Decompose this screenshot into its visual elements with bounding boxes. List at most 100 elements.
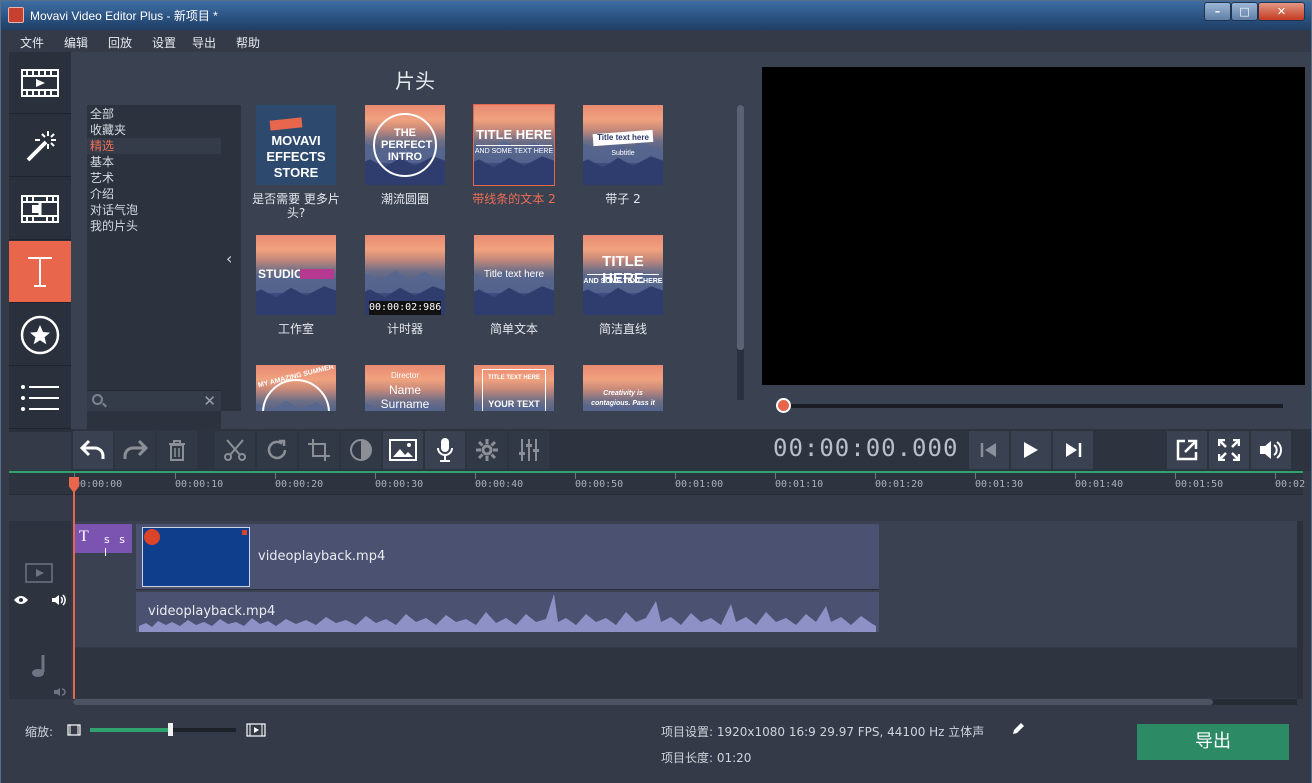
split-button[interactable] [215,431,255,469]
title-tile[interactable]: MY AMAZING SUMMER [246,365,346,411]
scrubber-knob[interactable] [776,398,791,413]
volume-button[interactable] [1251,431,1291,469]
tile-thumbnail: STUDIO [256,235,336,315]
video-track-icon [25,563,53,583]
title-tile[interactable]: STUDIO 工作室 [246,235,346,355]
titles-panel: 片头 全部 收藏夹 精选 基本 艺术 介绍 对话气泡 我的片头 ✕ ‹ MOVA… [71,52,759,460]
category-item[interactable]: 介绍 [87,186,221,202]
title-tile[interactable]: TITLE HERE AND SOME TEXT HERE 简洁直线 [573,235,673,355]
previous-frame-button[interactable] [969,431,1009,469]
skip-forward-icon [1066,443,1082,457]
title-tile[interactable]: Director Name Surname [355,365,455,411]
minimize-button[interactable]: – [1204,2,1231,21]
search-icon [92,394,103,405]
title-clip[interactable]: T s s l [74,524,132,559]
sidebar-import[interactable] [9,52,71,114]
redo-button[interactable] [115,431,155,469]
menu-export[interactable]: 导出 [192,34,216,51]
record-audio-button[interactable] [425,431,465,469]
external-window-icon [1176,439,1198,461]
panel-scrollbar[interactable] [737,105,744,400]
category-item[interactable]: 基本 [87,154,221,170]
menu-help[interactable]: 帮助 [236,34,260,51]
category-list: 全部 收藏夹 精选 基本 艺术 介绍 对话气泡 我的片头 ✕ [87,105,221,460]
scissors-icon [224,439,246,461]
category-item[interactable]: 对话气泡 [87,202,221,218]
ruler-label: 00:01:10 [775,479,824,490]
scrollbar-thumb[interactable] [737,105,744,350]
category-item[interactable]: 收藏夹 [87,122,221,138]
title-tile-selected[interactable]: TITLE HERE AND SOME TEXT HERE 带线条的文本 2 [464,104,564,225]
rotate-button[interactable] [257,431,297,469]
gear-icon [476,439,498,461]
export-button[interactable]: 导出 [1137,724,1289,760]
sidebar-stickers[interactable] [9,304,71,366]
category-item[interactable]: 艺术 [87,170,221,186]
menu-settings[interactable]: 设置 [152,34,176,51]
zoom-slider-knob[interactable] [168,723,173,736]
category-item-selected[interactable]: 精选 [87,138,221,154]
undo-button[interactable] [73,431,113,469]
timeline-vertical-scrollbar[interactable] [1297,521,1303,699]
timeline-horizontal-scrollbar[interactable] [73,699,1297,705]
audio-track[interactable] [73,648,1297,698]
tile-thumbnail: TITLE HERE AND SOME TEXT HERE [473,104,555,186]
fullscreen-button[interactable] [1209,431,1249,469]
clip-properties-button[interactable] [467,431,507,469]
pencil-edit-icon[interactable] [1011,722,1025,736]
preview-scrubber[interactable] [777,404,1283,408]
title-tile[interactable]: MOVAVI EFFECTS STORE 是否需要 更多片头? [246,105,346,225]
tile-thumbnail: Creativity is contagious. Pass it on. [583,365,663,411]
title-tile[interactable]: THE PERFECT INTRO 潮流圆圈 [355,105,455,225]
crop-button[interactable] [299,431,339,469]
category-item[interactable]: 我的片头 [87,218,221,234]
delete-button[interactable] [157,431,197,469]
detach-preview-button[interactable] [1167,431,1207,469]
audio-track-volume-icon[interactable] [53,687,67,697]
tile-thumbnail: Title text here [474,235,554,315]
title-tile[interactable]: TITLE TEXT HERE YOUR TEXT [464,365,564,411]
film-import-icon [21,68,59,97]
scrollbar-thumb[interactable] [73,699,1213,705]
sidebar-filters[interactable] [9,115,71,177]
title-clip-icon: T [79,528,89,545]
title-tile[interactable]: Title text here 简单文本 [464,235,564,355]
title-tile[interactable]: Title text here Subtitle 带子 2 [573,105,673,225]
window-title: Movavi Video Editor Plus - 新项目 * [30,9,218,23]
menu-playback[interactable]: 回放 [108,34,132,51]
sidebar-transitions[interactable] [9,178,71,240]
next-frame-button[interactable] [1053,431,1093,469]
project-settings-text: 项目设置: 1920x1080 16:9 29.97 FPS, 44100 Hz… [661,725,985,739]
collapse-categories-button[interactable]: ‹ [221,105,241,411]
edit-toolbar [71,429,759,471]
maximize-button[interactable]: □ [1231,2,1258,21]
equalizer-button[interactable] [509,431,549,469]
zoom-out-icon[interactable] [67,724,81,736]
playhead[interactable] [73,477,75,699]
image-button[interactable] [383,431,423,469]
menu-file[interactable]: 文件 [20,34,44,51]
ruler-label: 00:00:00 [74,479,123,490]
ruler-label: 00:02 [1275,479,1306,490]
eye-icon[interactable] [13,595,29,605]
zoom-in-icon[interactable] [246,723,266,737]
chevron-left-icon: ‹ [226,249,233,268]
play-button[interactable] [1011,431,1051,469]
play-icon [1024,442,1038,458]
time-ruler[interactable]: 00:00:00 00:00:10 00:00:20 00:00:30 00:0… [9,473,1306,495]
track-volume-icon[interactable] [51,594,67,606]
close-button[interactable]: ✕ [1258,2,1305,21]
sidebar-titles[interactable] [9,241,71,303]
sidebar-more[interactable] [9,367,71,429]
ruler-label: 00:01:40 [1075,479,1124,490]
title-tile[interactable]: 00:00:02:986 计时器 [355,235,455,355]
title-tile[interactable]: Creativity is contagious. Pass it on. [573,365,673,411]
tile-thumb-text: MOVAVI EFFECTS STORE [266,133,326,180]
clear-search-icon[interactable]: ✕ [203,392,216,410]
color-adjust-button[interactable] [341,431,381,469]
menu-edit[interactable]: 编辑 [64,34,88,51]
category-item[interactable]: 全部 [87,106,221,122]
video-preview[interactable] [762,67,1305,385]
category-search-input[interactable]: ✕ [87,390,221,411]
tile-thumb-text: THE PERFECT INTRO [381,127,433,163]
